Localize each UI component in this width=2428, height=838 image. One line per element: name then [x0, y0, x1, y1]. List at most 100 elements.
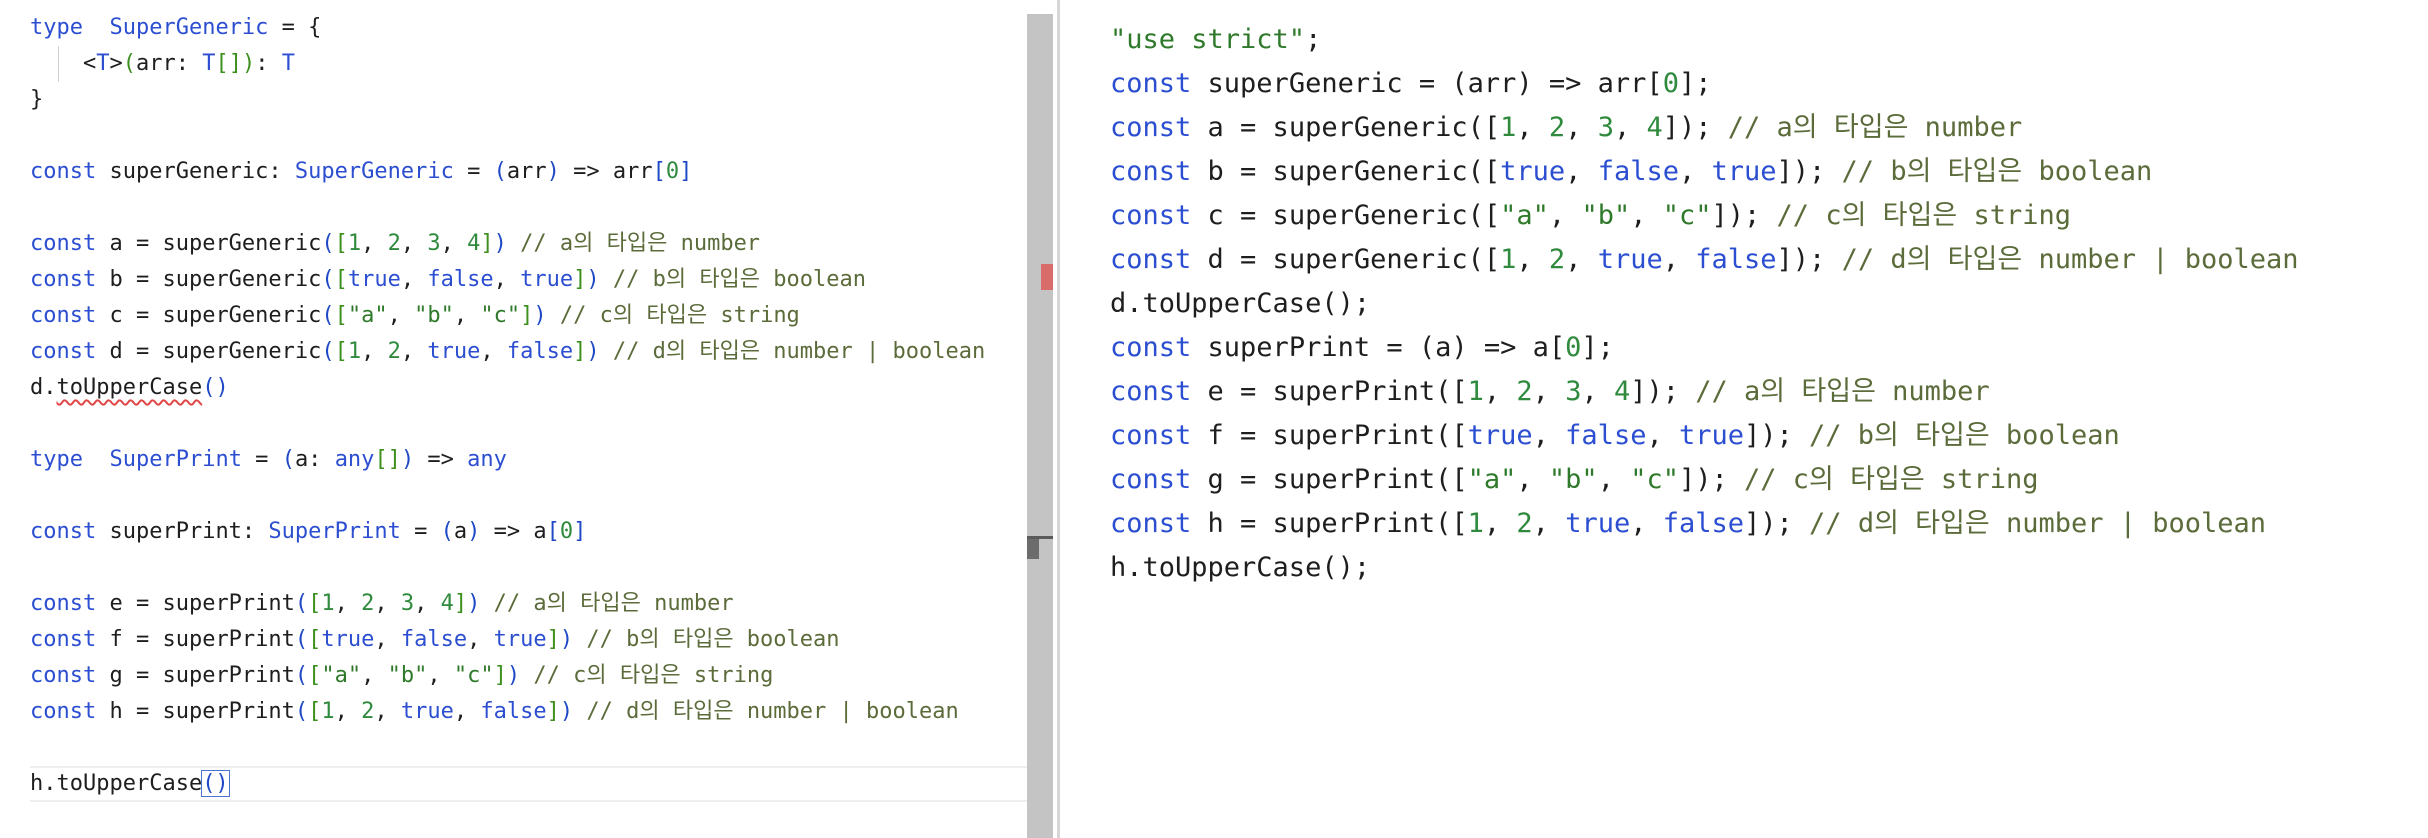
code-token: = {: [268, 15, 322, 40]
code-token: const: [1110, 68, 1192, 99]
code-token: ): [559, 699, 574, 724]
ts-line-10[interactable]: const d = superGeneric([1, 2, true, fals…: [30, 334, 1028, 370]
code-token: 2: [1548, 244, 1566, 275]
code-token: "a": [1500, 200, 1549, 231]
code-token: (: [294, 699, 309, 724]
code-token: ]: [493, 663, 507, 688]
code-token: const: [1110, 508, 1192, 539]
code-token: ,: [493, 267, 521, 292]
code-token: ]);: [1744, 420, 1793, 451]
code-token: any: [334, 447, 375, 472]
code-token: (: [321, 303, 335, 328]
ts-line-11[interactable]: d.toUpperCase(): [30, 370, 1028, 406]
scrollbar-thumb[interactable]: [1027, 539, 1039, 559]
code-token: // c의 타입은 string: [1760, 200, 2071, 231]
ts-line-16[interactable]: [30, 550, 1028, 586]
code-token: 2: [1516, 376, 1533, 407]
code-token: false: [1695, 244, 1777, 275]
code-token: // a의 타입은 number: [506, 231, 761, 256]
code-token: d = superGeneric: [96, 339, 322, 364]
js-line-3: const a = superGeneric([1, 2, 3, 4]); //…: [1110, 106, 2299, 150]
js-line-1: "use strict";: [1110, 18, 2299, 62]
code-token: const: [1110, 112, 1192, 143]
code-token: (: [294, 627, 309, 652]
code-token: "c": [480, 303, 521, 328]
ts-line-2[interactable]: <T>(arr: T[]): T: [30, 46, 1028, 82]
code-token: SuperPrint: [109, 447, 242, 472]
code-token: 2: [361, 699, 375, 724]
code-token: 1: [321, 699, 335, 724]
code-token: ]: [546, 627, 560, 652]
code-token: ,: [414, 591, 441, 616]
ts-line-3[interactable]: }: [30, 82, 1028, 118]
code-token: false: [506, 339, 574, 364]
code-token: ,: [400, 339, 428, 364]
code-token: "a": [321, 663, 362, 688]
code-token: ): [241, 51, 256, 76]
code-token: 2: [387, 339, 401, 364]
ts-line-22[interactable]: h.toUpperCase(): [30, 766, 1028, 802]
code-token: // b의 타입은 boolean: [1825, 156, 2153, 187]
ts-line-12[interactable]: [30, 406, 1028, 442]
type-error-token: toUpperCase: [56, 375, 203, 400]
ts-line-7[interactable]: const a = superGeneric([1, 2, 3, 4]) // …: [30, 226, 1028, 262]
code-token: false: [1662, 508, 1745, 539]
ts-line-13[interactable]: type SuperPrint = (a: any[]) => any: [30, 442, 1028, 478]
code-token: (: [321, 231, 335, 256]
ts-line-17[interactable]: const e = superPrint([1, 2, 3, 4]) // a의…: [30, 586, 1028, 622]
ts-line-6[interactable]: [30, 190, 1028, 226]
code-token: g = superPrint: [96, 663, 295, 688]
code-token: h = superPrint: [96, 699, 295, 724]
code-token: }: [30, 87, 44, 112]
ts-line-21[interactable]: [30, 730, 1028, 766]
code-token: ]);: [1744, 508, 1793, 539]
ts-line-20[interactable]: const h = superPrint([1, 2, true, false]…: [30, 694, 1028, 730]
code-token: [: [308, 663, 322, 688]
code-token: 0: [559, 519, 574, 544]
code-token: ,: [1646, 420, 1679, 451]
code-token: false: [400, 627, 468, 652]
code-token: [: [546, 519, 560, 544]
ts-line-1[interactable]: type SuperGeneric = {: [30, 10, 1028, 46]
error-marker[interactable]: [1041, 264, 1053, 290]
ts-line-14[interactable]: [30, 478, 1028, 514]
code-token: const: [30, 303, 97, 328]
code-token: true: [1597, 244, 1663, 275]
typescript-editor[interactable]: type SuperGeneric = { <T>(arr: T[]): T} c…: [0, 0, 1028, 838]
code-token: => arr: [559, 159, 653, 184]
code-token: false: [427, 267, 494, 292]
ts-line-9[interactable]: const c = superGeneric(["a", "b", "c"]) …: [30, 298, 1028, 334]
code-token: true: [1711, 156, 1777, 187]
ts-line-4[interactable]: [30, 118, 1028, 154]
code-token: ,: [361, 339, 388, 364]
code-token: 2: [361, 591, 375, 616]
code-token: SuperPrint: [268, 519, 401, 544]
code-token: [: [334, 231, 348, 256]
code-token: ];: [1581, 332, 1614, 363]
code-token: b = superGeneric([: [1191, 156, 1501, 187]
ts-line-5[interactable]: const superGeneric: SuperGeneric = (arr)…: [30, 154, 1028, 190]
code-token: const: [30, 159, 97, 184]
code-token: ): [506, 663, 521, 688]
code-token: 0: [1662, 68, 1679, 99]
js-line-9: const e = superPrint([1, 2, 3, 4]); // a…: [1110, 370, 2299, 414]
ts-line-8[interactable]: const b = superGeneric([true, false, tru…: [30, 262, 1028, 298]
ts-line-19[interactable]: const g = superPrint(["a", "b", "c"]) //…: [30, 658, 1028, 694]
code-token: const: [1110, 332, 1192, 363]
code-token: ]: [573, 339, 587, 364]
code-token: ,: [334, 591, 362, 616]
code-token: true: [1678, 420, 1744, 451]
code-token: // c의 타입은 string: [520, 663, 774, 688]
code-token: ;: [1305, 24, 1322, 55]
code-token: // d의 타입은 number | boolean: [1792, 508, 2267, 539]
ts-line-18[interactable]: const f = superPrint([true, false, true]…: [30, 622, 1028, 658]
editor-scrollbar[interactable]: [1027, 14, 1053, 838]
ts-code-area[interactable]: type SuperGeneric = { <T>(arr: T[]): T} c…: [30, 10, 1028, 802]
js-code-area: "use strict"; const superGeneric = (arr) …: [1110, 18, 2299, 590]
code-token: const: [1110, 156, 1192, 187]
js-line-10: const f = superPrint([true, false, true]…: [1110, 414, 2299, 458]
ts-line-15[interactable]: const superPrint: SuperPrint = (a) => a[…: [30, 514, 1028, 550]
code-token: ): [400, 447, 415, 472]
code-token: superPrint = (a) => a[: [1191, 332, 1566, 363]
